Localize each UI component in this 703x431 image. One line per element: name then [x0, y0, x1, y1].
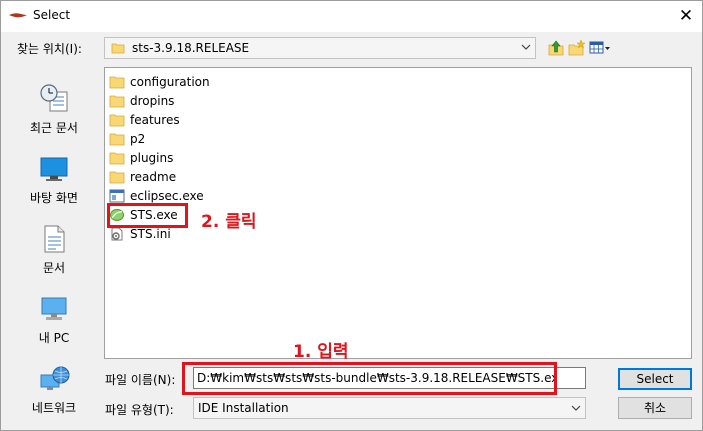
file-list[interactable]: configuration dropins features p2 plugin…	[104, 67, 692, 359]
click-highlight-box	[107, 203, 188, 228]
list-item-folder[interactable]: features	[109, 110, 180, 129]
folder-icon	[109, 171, 125, 183]
look-in-value: sts-3.9.18.RELEASE	[132, 41, 250, 55]
list-item-folder[interactable]: readme	[109, 167, 176, 186]
folder-icon	[109, 133, 125, 145]
new-folder-icon[interactable]	[567, 39, 587, 57]
close-button[interactable]: ✕	[673, 4, 699, 28]
input-highlight-box	[182, 362, 557, 395]
place-label: 최근 문서	[30, 121, 78, 135]
file-type-label: 파일 유형(T):	[105, 403, 174, 417]
place-desktop[interactable]: 바탕 화면	[15, 153, 93, 206]
file-name: dropins	[130, 93, 175, 108]
file-name: p2	[130, 131, 146, 146]
file-name: plugins	[130, 150, 174, 165]
place-label: 문서	[42, 261, 66, 275]
close-icon: ✕	[678, 6, 694, 26]
place-recent[interactable]: 최근 문서	[15, 83, 93, 136]
this-pc-icon	[41, 297, 67, 320]
place-this-pc[interactable]: 내 PC	[15, 293, 93, 346]
desktop-icon	[40, 157, 68, 181]
folder-icon	[109, 114, 125, 126]
folder-icon	[109, 152, 125, 164]
network-icon	[40, 366, 70, 390]
file-type-value: IDE Installation	[198, 401, 289, 415]
file-type-dropdown[interactable]: IDE Installation	[193, 397, 586, 419]
list-item-folder[interactable]: plugins	[109, 148, 173, 167]
places-bar: 최근 문서 바탕 화면 문서 내 PC 네트워크	[15, 67, 93, 419]
list-item-folder[interactable]: dropins	[109, 91, 174, 110]
file-name: features	[130, 112, 180, 127]
look-in-label: 찾는 위치(I):	[17, 42, 82, 56]
documents-icon	[44, 225, 65, 253]
title-bar: Select ✕	[1, 1, 702, 32]
chevron-down-icon	[571, 405, 581, 411]
place-label: 내 PC	[38, 331, 70, 345]
click-annotation: 2. 클릭	[201, 212, 257, 232]
file-name: eclipsec.exe	[130, 188, 204, 203]
folder-icon	[111, 43, 125, 54]
app-logo-icon	[9, 13, 27, 18]
select-button[interactable]: Select	[618, 368, 692, 390]
recent-documents-icon	[40, 84, 68, 112]
folder-icon	[109, 76, 125, 88]
list-item-folder[interactable]: p2	[109, 129, 145, 148]
file-name: STS.ini	[130, 226, 171, 241]
place-network[interactable]: 네트워크	[15, 363, 93, 416]
chevron-down-icon	[521, 44, 531, 50]
settings-file-icon	[111, 227, 123, 240]
file-name-label: 파일 이름(N):	[105, 373, 176, 387]
select-dialog: Select ✕ 찾는 위치(I): sts-3.9.18.RELEASE 최근…	[0, 0, 703, 431]
folder-icon	[109, 95, 125, 107]
executable-icon	[109, 189, 125, 202]
place-label: 바탕 화면	[30, 191, 78, 205]
cancel-button[interactable]: 취소	[618, 397, 692, 419]
up-one-level-icon[interactable]	[546, 39, 566, 57]
file-name: configuration	[130, 74, 210, 89]
input-annotation: 1. 입력	[293, 342, 349, 362]
list-item-folder[interactable]: configuration	[109, 72, 210, 91]
place-documents[interactable]: 문서	[15, 223, 93, 276]
look-in-dropdown[interactable]: sts-3.9.18.RELEASE	[104, 37, 536, 59]
window-title: Select	[33, 8, 71, 22]
file-name: readme	[130, 169, 177, 184]
place-label: 네트워크	[31, 401, 77, 415]
view-menu-icon[interactable]	[589, 39, 611, 57]
